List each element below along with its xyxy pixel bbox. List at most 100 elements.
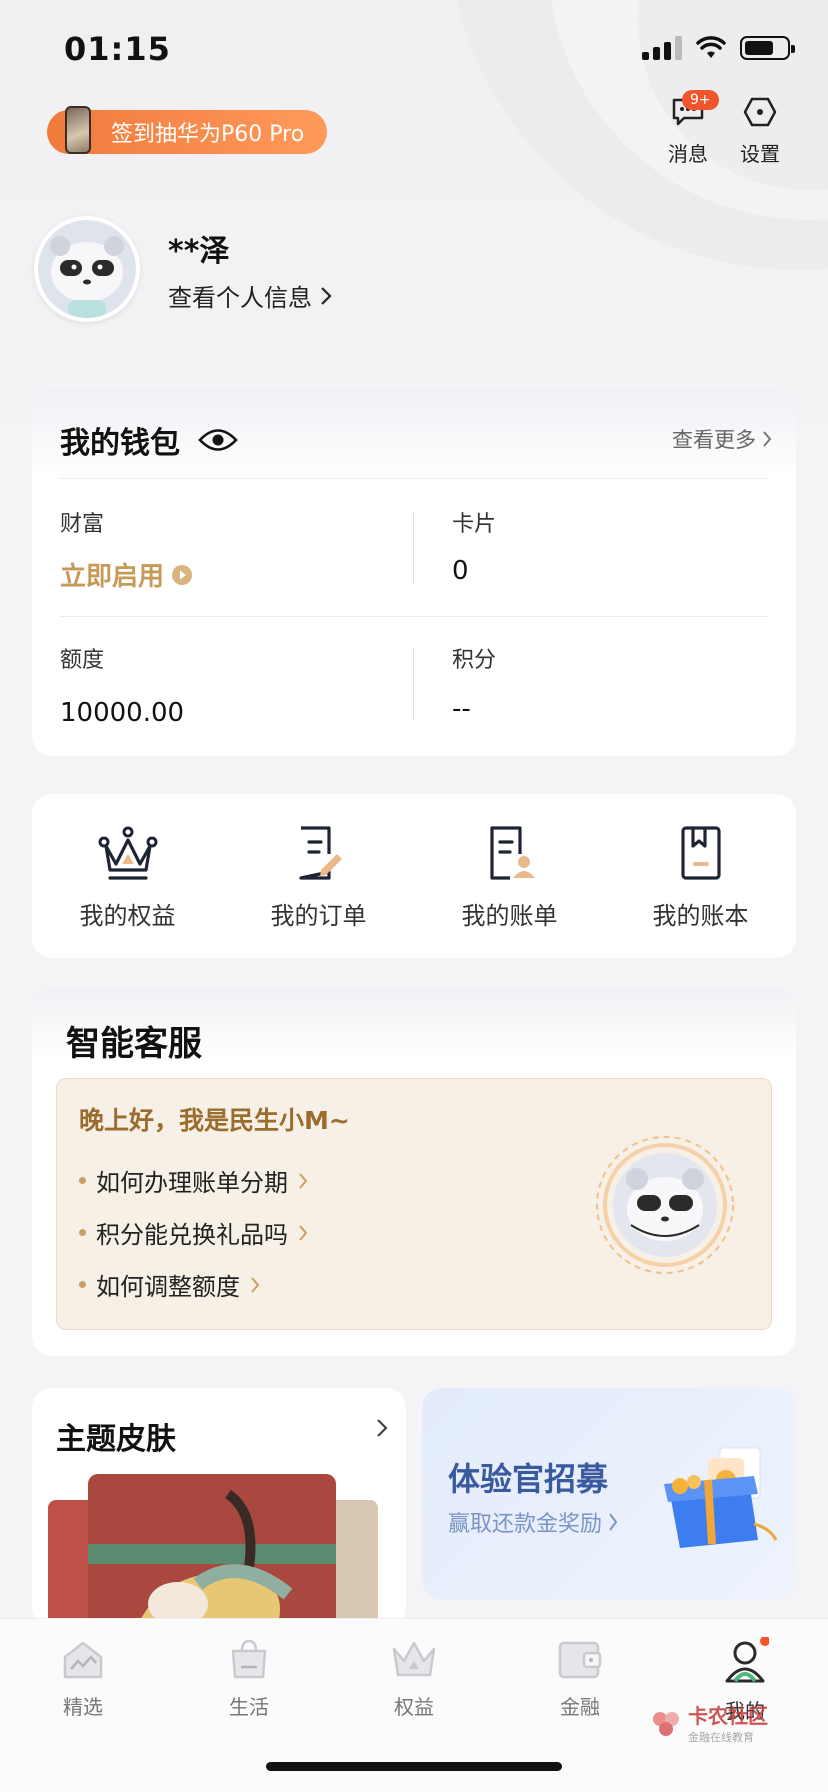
panda-assistant-icon[interactable] [595,1135,735,1275]
status-time: 01:15 [64,30,171,68]
status-icons [642,36,795,60]
points-label: 积分 [452,648,497,673]
bullet-dot [79,1229,86,1236]
theme-title: 主题皮肤 [56,1422,176,1457]
wallet-card: 我的钱包 查看更多 财富 立即启用 卡片 0 额度 10000.00 积分 -- [32,388,796,756]
divider [60,478,768,479]
service-box[interactable]: 晚上好，我是民生小M~ 如何办理账单分期 积分能兑换礼品吗 如何调整额度 [56,1078,772,1330]
cards-label: 卡片 [452,512,497,537]
settings-button[interactable]: 设置 [728,96,792,167]
wallet-title: 我的钱包 [60,426,180,461]
chevron-right-icon [377,1419,388,1437]
recruit-title: 体验官招募 [448,1460,609,1498]
crown-icon [392,1641,436,1677]
chevron-right-icon [299,1172,308,1189]
cards-value[interactable]: 0 [452,556,469,586]
wifi-icon [696,36,726,58]
divider [413,648,414,720]
wallet-more-link[interactable]: 查看更多 [672,424,772,454]
home-indicator [266,1762,562,1771]
watermark: 卡农社区 金融在线教育 [650,1700,768,1745]
promo-banner[interactable]: 签到抽华为P60 Pro [47,106,327,154]
panda-avatar-icon [38,220,136,318]
quick-item-label: 我的账单 [461,902,558,930]
chevron-right-icon [321,286,332,305]
wallet-more-label: 查看更多 [672,428,756,452]
view-profile-link[interactable]: 查看个人信息 [168,278,332,313]
faq-label: 如何办理账单分期 [96,1169,288,1197]
faq-item[interactable]: 如何办理账单分期 [79,1163,308,1198]
wallet-title-row: 我的钱包 [60,418,238,462]
avatar[interactable] [34,216,140,322]
bookmark-book-icon [680,826,721,880]
theme-preview-image [48,1474,378,1628]
crown-icon [98,826,157,880]
watermark-subtitle: 金融在线教育 [688,1731,754,1744]
wealth-enable-button[interactable]: 立即启用 [60,556,193,593]
faq-item[interactable]: 积分能兑换礼品吗 [79,1215,308,1250]
tab-finance[interactable]: 金融 [525,1637,635,1720]
play-circle-icon [172,564,193,585]
tab-label: 金融 [560,1695,600,1719]
bullet-dot [79,1177,86,1184]
tab-label: 精选 [63,1695,103,1719]
tab-label: 权益 [394,1695,434,1719]
chevron-right-icon [763,431,772,447]
message-badge: 9+ [682,90,719,110]
faq-label: 积分能兑换礼品吗 [96,1221,288,1249]
wealth-enable-label: 立即启用 [60,562,165,592]
chevron-right-icon [609,1513,618,1531]
quick-item-benefits[interactable]: 我的权益 [32,794,223,958]
chevron-right-icon [251,1276,260,1293]
service-greeting: 晚上好，我是民生小M~ [79,1106,350,1135]
theme-skin-card[interactable]: 主题皮肤 [32,1388,406,1628]
quick-item-ledger[interactable]: 我的账本 [605,794,796,958]
shopping-bag-icon [231,1639,267,1679]
eye-icon[interactable] [198,427,238,453]
user-name: **泽 [168,234,230,269]
quick-item-label: 我的订单 [270,902,367,930]
tab-benefits[interactable]: 权益 [359,1637,469,1720]
settings-label: 设置 [740,142,780,166]
divider [413,512,414,584]
battery-icon [740,36,795,60]
messages-button[interactable]: 9+ 消息 [656,90,720,167]
tab-label: 生活 [229,1695,269,1719]
view-profile-label: 查看个人信息 [168,284,312,312]
quick-item-label: 我的权益 [79,902,176,930]
recruit-subtitle-link[interactable]: 赢取还款金奖励 [448,1506,618,1538]
limit-value[interactable]: 10000.00 [60,698,184,728]
status-bar: 01:15 [0,0,828,100]
chevron-right-icon [299,1224,308,1241]
user-profile-icon [725,1636,770,1683]
watermark-text: 卡农社区 金融在线教育 [688,1700,768,1745]
faq-item[interactable]: 如何调整额度 [79,1267,260,1302]
gift-box-icon [664,1447,778,1548]
points-value[interactable]: -- [452,694,471,724]
divider [60,616,768,617]
quick-item-bills[interactable]: 我的账单 [414,794,605,958]
cellular-signal-icon [642,36,682,60]
watermark-logo-icon [653,1711,679,1736]
featured-house-icon [63,1641,103,1679]
tab-featured[interactable]: 精选 [28,1637,138,1720]
quick-item-label: 我的账本 [652,902,749,930]
bill-user-icon [489,826,535,880]
order-edit-icon [298,826,342,880]
phone-image [65,106,91,154]
tester-recruit-card[interactable]: 体验官招募 赢取还款金奖励 [422,1388,796,1600]
smart-service-card: 智能客服 晚上好，我是民生小M~ 如何办理账单分期 积分能兑换礼品吗 如何调整额… [32,988,796,1356]
settings-hexagon-icon [743,97,777,127]
watermark-title: 卡农社区 [688,1704,768,1728]
messages-label: 消息 [668,142,708,166]
recruit-subtitle: 赢取还款金奖励 [448,1512,603,1537]
wealth-label: 财富 [60,512,105,537]
quick-actions: 我的权益 我的订单 我的账单 我的账本 [32,794,796,958]
tab-life[interactable]: 生活 [194,1637,304,1720]
faq-label: 如何调整额度 [96,1273,240,1301]
limit-label: 额度 [60,648,105,673]
wallet-icon [558,1641,602,1679]
bullet-dot [79,1281,86,1288]
quick-item-orders[interactable]: 我的订单 [223,794,414,958]
promo-label: 签到抽华为P60 Pro [111,122,305,147]
